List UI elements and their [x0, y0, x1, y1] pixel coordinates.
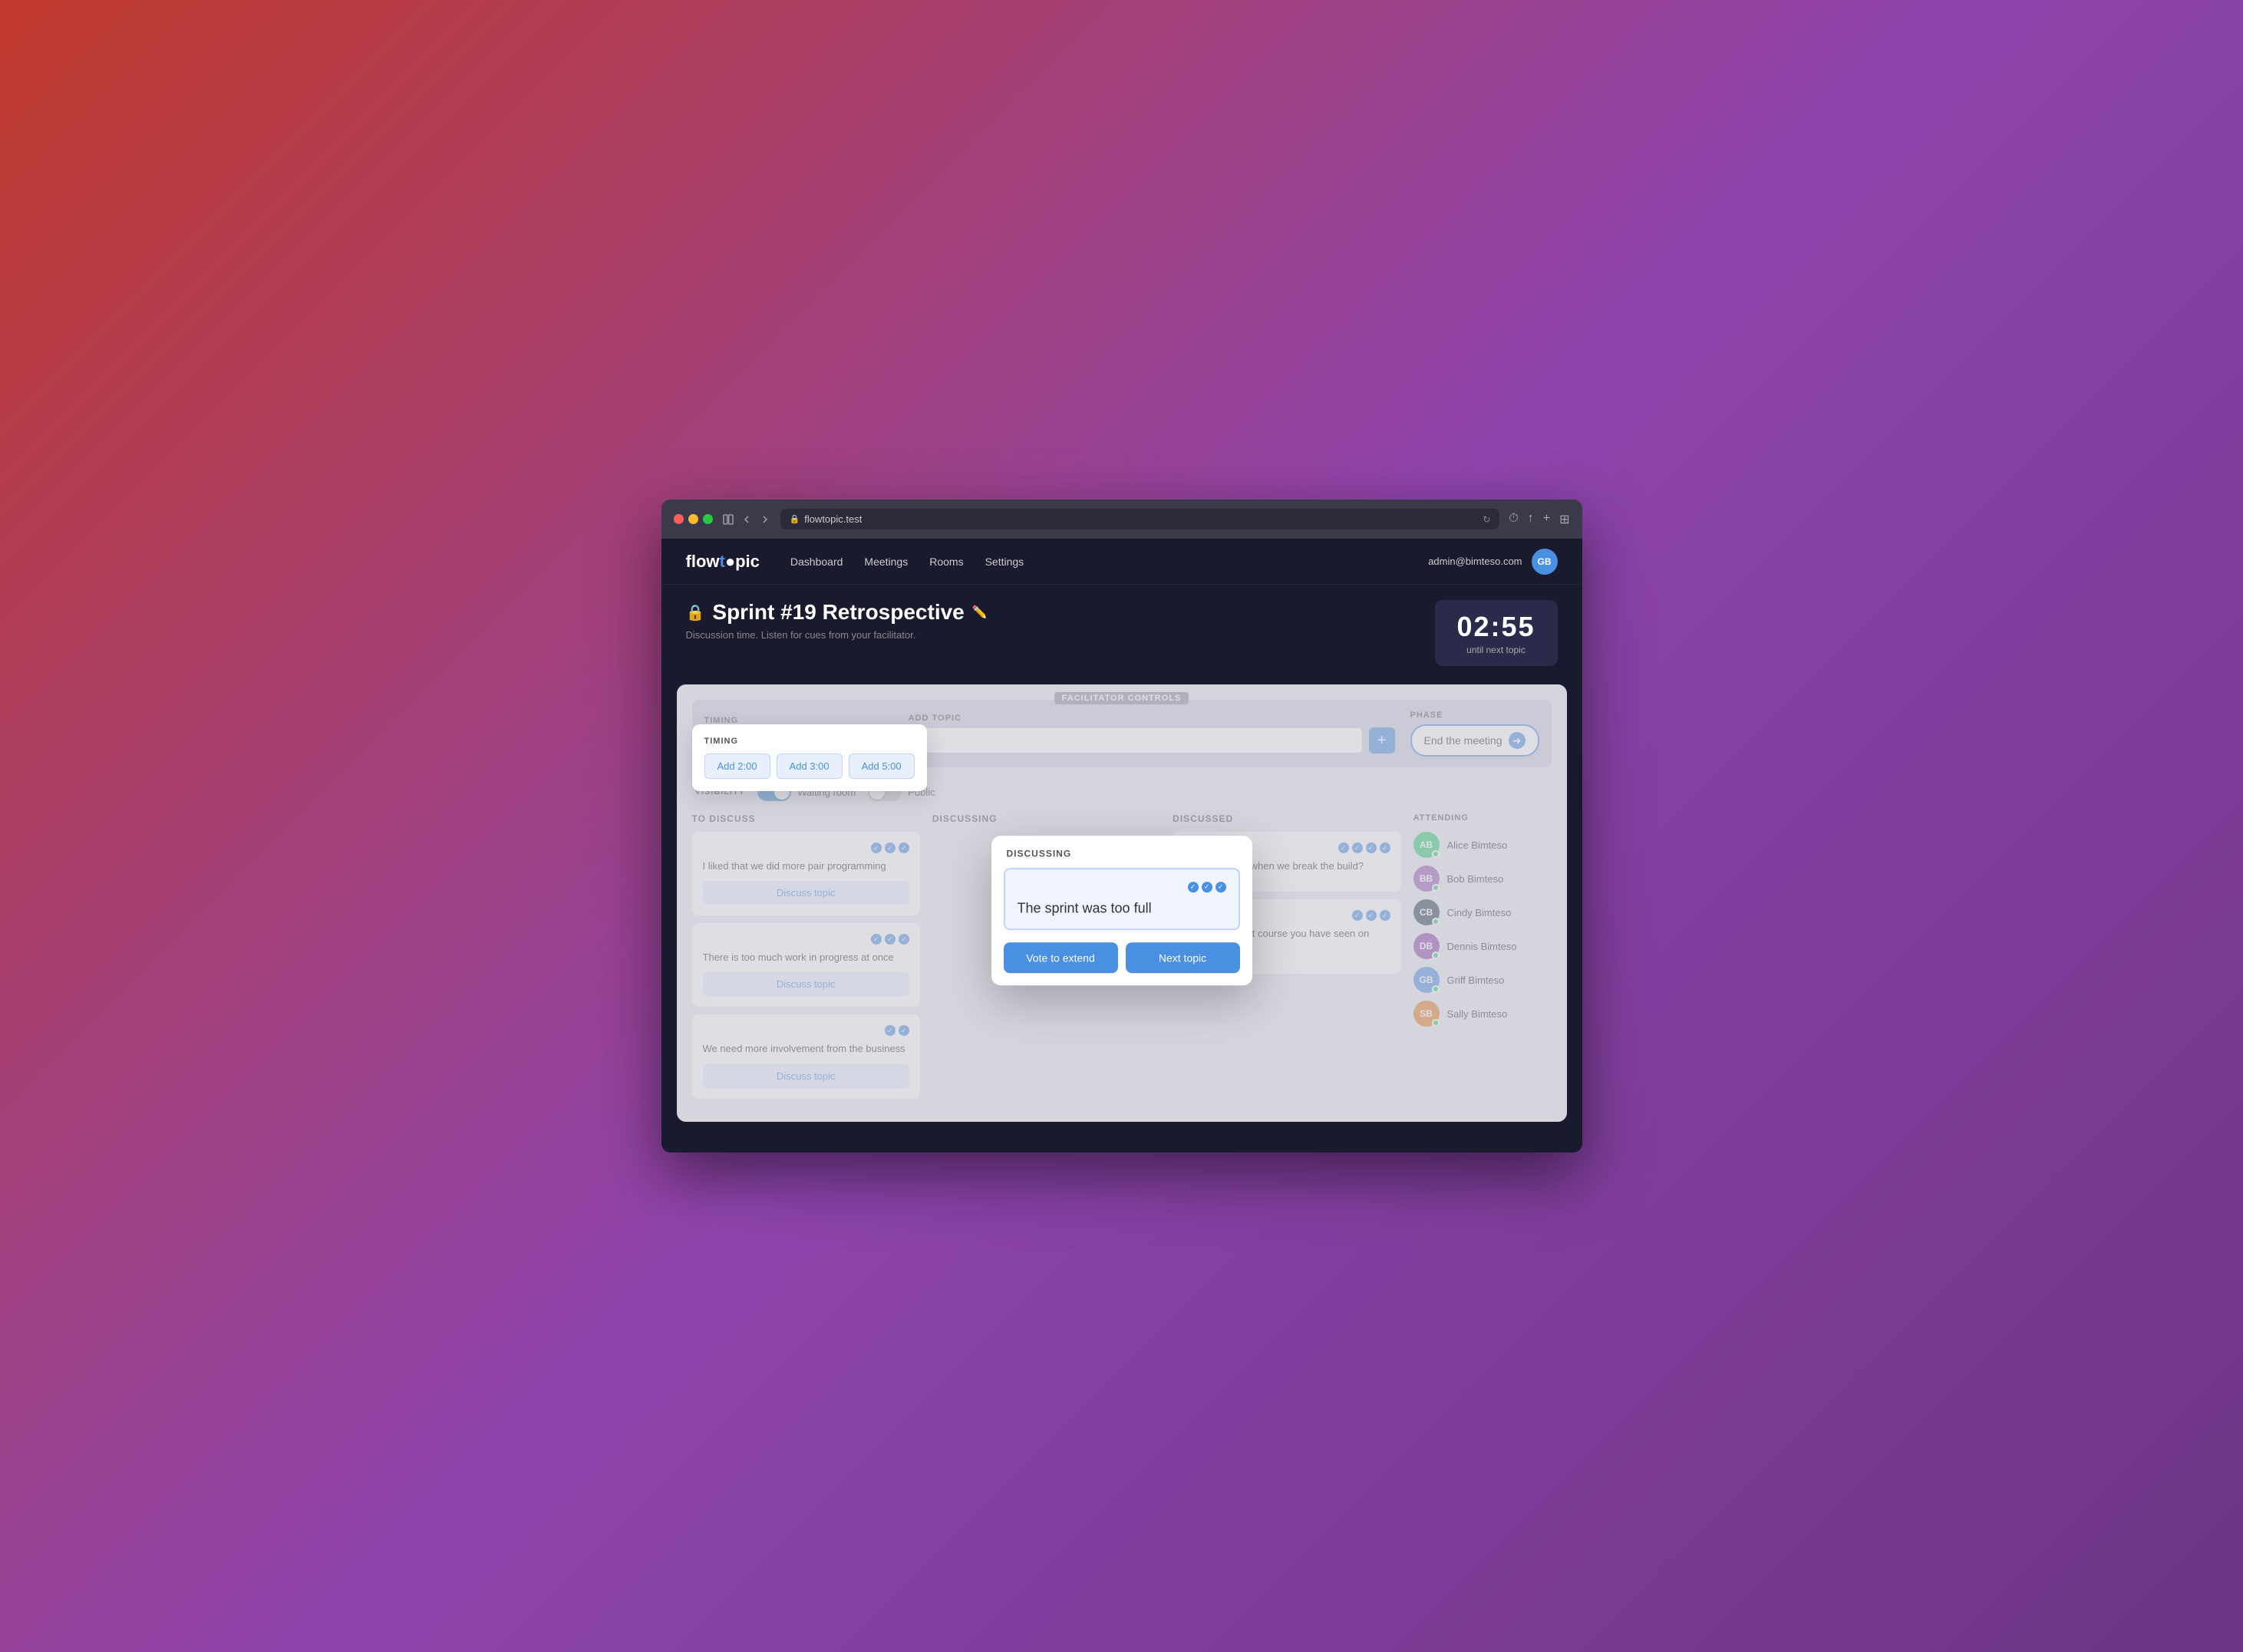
- timer-label: until next topic: [1453, 645, 1539, 655]
- timing-popup: TIMING Add 2:00 Add 3:00 Add 5:00: [692, 724, 927, 791]
- top-nav: flowt●pic Dashboard Meetings Rooms Setti…: [661, 539, 1582, 585]
- sidebar-icon[interactable]: [722, 513, 734, 526]
- timer-time: 02:55: [1453, 611, 1539, 643]
- timing-popup-buttons: Add 2:00 Add 3:00 Add 5:00: [704, 753, 915, 779]
- forward-icon[interactable]: [759, 513, 771, 526]
- fullscreen-button[interactable]: [703, 514, 713, 524]
- page-title-area: 🔒 Sprint #19 Retrospective ✏️ Discussion…: [686, 600, 988, 641]
- close-button[interactable]: [674, 514, 684, 524]
- timing-popup-label: TIMING: [704, 737, 915, 746]
- address-bar[interactable]: 🔒 flowtopic.test ↻: [780, 509, 1500, 529]
- modal-body: The sprint was too full: [1004, 868, 1240, 930]
- app: flowt●pic Dashboard Meetings Rooms Setti…: [661, 539, 1582, 1152]
- new-tab-icon[interactable]: +: [1543, 512, 1550, 527]
- share-icon[interactable]: ↑: [1528, 512, 1534, 527]
- nav-links: Dashboard Meetings Rooms Settings: [790, 556, 1024, 568]
- url-text: flowtopic.test: [804, 513, 862, 525]
- page-title-text: Sprint #19 Retrospective: [712, 600, 964, 625]
- browser-window: 🔒 flowtopic.test ↻ ⏱ ↑ + ⊞ flowt●pic Das…: [661, 500, 1582, 1152]
- modal-actions: Vote to extend Next topic: [991, 942, 1252, 985]
- avatar[interactable]: GB: [1532, 549, 1558, 575]
- vote-dot: [1188, 882, 1199, 892]
- nav-dashboard[interactable]: Dashboard: [790, 556, 843, 568]
- modal-header: DISCUSSING: [991, 836, 1252, 868]
- nav-controls: [722, 513, 771, 526]
- logo[interactable]: flowt●pic: [686, 552, 760, 572]
- vote-extend-button[interactable]: Vote to extend: [1004, 942, 1118, 973]
- nav-right: admin@bimteso.com GB: [1428, 549, 1557, 575]
- refresh-icon[interactable]: ↻: [1483, 514, 1490, 525]
- history-icon[interactable]: ⏱: [1509, 512, 1518, 527]
- traffic-lights: [674, 514, 713, 524]
- vote-dot: [1216, 882, 1226, 892]
- page-lock-icon: 🔒: [686, 603, 705, 622]
- popup-add-5-button[interactable]: Add 5:00: [849, 753, 915, 779]
- lock-icon: 🔒: [790, 514, 800, 524]
- edit-icon[interactable]: ✏️: [972, 605, 988, 620]
- modal-title: DISCUSSING: [1007, 848, 1237, 859]
- page-subtitle: Discussion time. Listen for cues from yo…: [686, 629, 988, 641]
- popup-add-3-button[interactable]: Add 3:00: [777, 753, 843, 779]
- nav-settings[interactable]: Settings: [985, 556, 1024, 568]
- vote-dot: [1202, 882, 1212, 892]
- back-icon[interactable]: [741, 513, 753, 526]
- modal-topic-text: The sprint was too full: [1018, 900, 1226, 916]
- grid-icon[interactable]: ⊞: [1559, 512, 1569, 527]
- nav-meetings[interactable]: Meetings: [864, 556, 908, 568]
- browser-actions: ⏱ ↑ + ⊞: [1509, 512, 1569, 527]
- modal-votes: [1018, 882, 1226, 892]
- user-email: admin@bimteso.com: [1428, 556, 1522, 567]
- discussing-modal: DISCUSSING The sprint was too full Vote …: [991, 836, 1252, 985]
- minimize-button[interactable]: [688, 514, 698, 524]
- timer-box: 02:55 until next topic: [1435, 600, 1558, 666]
- next-topic-button[interactable]: Next topic: [1126, 942, 1240, 973]
- nav-rooms[interactable]: Rooms: [929, 556, 963, 568]
- page-header: 🔒 Sprint #19 Retrospective ✏️ Discussion…: [661, 585, 1582, 684]
- browser-chrome: 🔒 flowtopic.test ↻ ⏱ ↑ + ⊞: [661, 500, 1582, 539]
- main-content: FACILITATOR CONTROLS TIMING Add 2:00 Add…: [677, 684, 1567, 1122]
- page-title: 🔒 Sprint #19 Retrospective ✏️: [686, 600, 988, 625]
- popup-add-2-button[interactable]: Add 2:00: [704, 753, 770, 779]
